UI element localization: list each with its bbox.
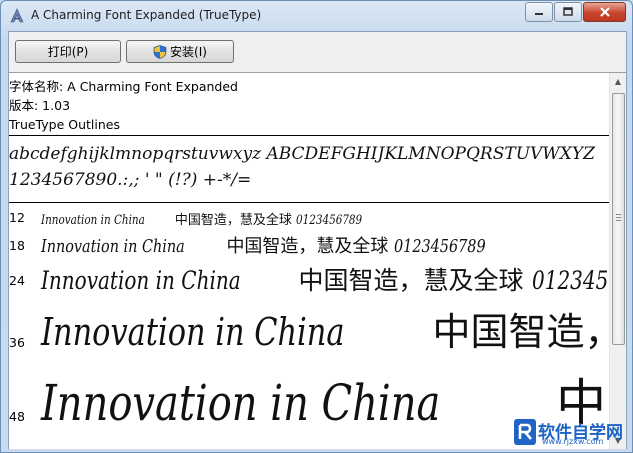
toolbar: 打印(P) 安装(I) <box>9 32 626 72</box>
font-name-line: 字体名称: A Charming Font Expanded <box>9 79 238 94</box>
vertical-scrollbar[interactable]: ▲ ▼ <box>609 73 626 449</box>
maximize-button[interactable] <box>554 2 582 22</box>
sample-size: 12 <box>9 210 25 225</box>
minimize-button[interactable] <box>525 2 553 22</box>
install-button[interactable]: 安装(I) <box>126 40 234 63</box>
sample-size: 18 <box>9 238 25 253</box>
uac-shield-icon <box>153 44 167 59</box>
grip-line <box>616 220 621 221</box>
sample-size: 48 <box>9 409 25 424</box>
sample-text: Innovation in China 中国智造，慧及 <box>41 310 626 354</box>
scroll-up-arrow[interactable]: ▲ <box>610 73 626 90</box>
sample-text: Innovation in China 中国智造，慧及全球 0123456789 <box>41 213 363 228</box>
watermark-logo: 软件自学网 www.rjzxw.com <box>512 415 628 449</box>
font-outline-line: TrueType Outlines <box>9 117 120 132</box>
font-version-line: 版本: 1.03 <box>9 98 71 113</box>
close-button[interactable] <box>583 2 626 22</box>
title-bar[interactable]: A Charming Font Expanded (TrueType) <box>1 1 632 31</box>
watermark-badge-icon <box>514 419 536 445</box>
separator-line <box>9 135 610 136</box>
print-button-label: 打印(P) <box>47 45 89 59</box>
sample-text: Innovation in China 中国智造，慧及全球 0123456789 <box>41 236 486 257</box>
scrollbar-thumb[interactable] <box>612 93 625 345</box>
install-button-label: 安装(I) <box>170 45 207 59</box>
print-button[interactable]: 打印(P) <box>15 40 121 63</box>
client-area: 打印(P) 安装(I) 字体名称: A Charming Font Expand… <box>8 31 627 449</box>
close-icon <box>599 7 610 17</box>
grip-line <box>616 217 621 218</box>
minimize-icon <box>535 13 543 15</box>
font-info: 字体名称: A Charming Font Expanded 版本: 1.03 … <box>9 77 238 134</box>
maximize-icon <box>563 7 573 16</box>
font-viewer-app-icon <box>10 8 24 23</box>
charset-digits-symbols: 1234567890.:,; ' " (!?) +-*/= <box>9 170 252 190</box>
sample-text: Innovation in China 中国智造，慧及全球 012345 <box>41 266 608 295</box>
watermark-url: www.rjzxw.com <box>542 437 604 446</box>
window-title: A Charming Font Expanded (TrueType) <box>31 8 262 22</box>
font-viewer-window: A Charming Font Expanded (TrueType) 打印(P… <box>0 0 633 453</box>
caption-buttons <box>524 2 626 22</box>
grip-line <box>616 214 621 215</box>
charset-letters: abcdefghijklmnopqrstuvwxyz ABCDEFGHIJKLM… <box>9 144 595 164</box>
sample-size: 36 <box>9 335 25 350</box>
separator-line <box>9 202 610 203</box>
font-preview-pane[interactable]: 字体名称: A Charming Font Expanded 版本: 1.03 … <box>9 72 626 449</box>
sample-size: 24 <box>9 273 25 288</box>
